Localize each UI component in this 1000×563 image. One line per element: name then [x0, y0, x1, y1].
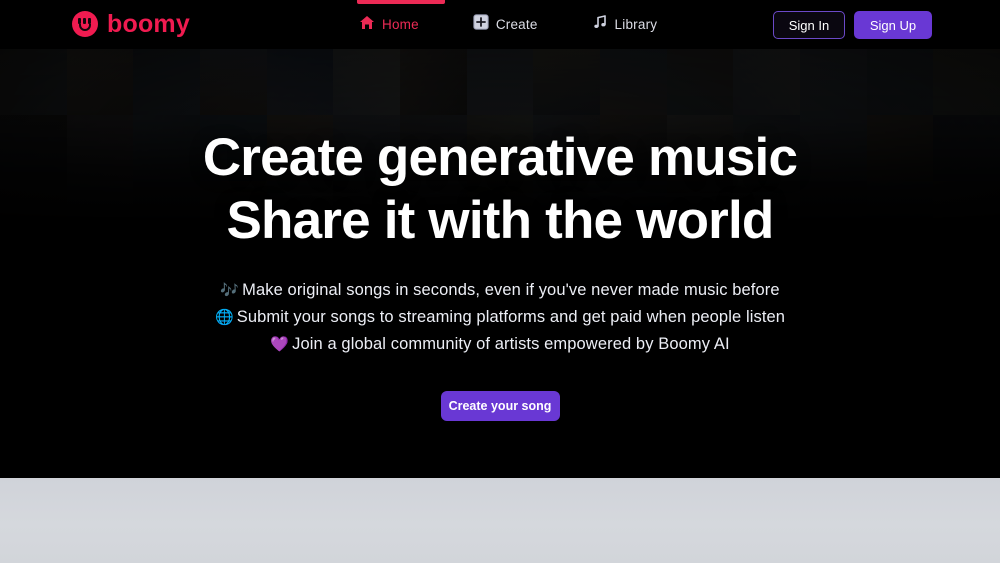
boomy-smiley-icon — [72, 11, 98, 37]
nav-item-create[interactable]: Create — [471, 0, 540, 49]
home-icon — [359, 15, 375, 35]
headline-line-1: Create generative music — [202, 128, 798, 187]
main-nav: Home Create Library — [357, 0, 659, 49]
auth-buttons: Sign In Sign Up — [773, 11, 932, 39]
list-item: 🎶 Make original songs in seconds, even if… — [215, 277, 785, 304]
bullet-text: Submit your songs to streaming platforms… — [236, 308, 786, 326]
page-lower-section — [0, 478, 1000, 563]
sign-in-button[interactable]: Sign In — [773, 11, 845, 39]
hero-content: Create generative music Share it with th… — [0, 0, 1000, 478]
hero-section: Create generative music Share it with th… — [0, 0, 1000, 478]
nav-item-library[interactable]: Library — [590, 0, 660, 49]
hero-bullet-list: 🎶 Make original songs in seconds, even if… — [215, 277, 785, 358]
music-note-icon — [592, 14, 608, 35]
top-navigation-bar: boomy Home Create Library Sign In Sign U… — [0, 0, 1000, 49]
purple-heart-emoji: 💜 — [270, 336, 290, 353]
musical-notes-emoji: 🎶 — [220, 282, 240, 299]
bullet-text: Make original songs in seconds, even if … — [242, 281, 780, 299]
create-your-song-button[interactable]: Create your song — [440, 391, 560, 421]
brand-logo[interactable]: boomy — [72, 11, 190, 37]
nav-label-create: Create — [495, 17, 538, 32]
headline-line-2: Share it with the world — [226, 191, 775, 250]
list-item: 💜 Join a global community of artists empo… — [215, 331, 785, 358]
nav-label-home: Home — [382, 17, 419, 32]
list-item: 🌐 Submit your songs to streaming platform… — [215, 304, 785, 331]
brand-name: boomy — [107, 10, 190, 38]
page-root: Create generative music Share it with th… — [0, 0, 1000, 563]
sign-up-button[interactable]: Sign Up — [854, 11, 932, 39]
globe-emoji: 🌐 — [214, 309, 234, 326]
nav-label-library: Library — [614, 17, 658, 32]
bullet-text: Join a global community of artists empow… — [292, 335, 730, 353]
plus-square-icon — [473, 14, 489, 35]
active-tab-indicator — [357, 0, 445, 4]
page-title: Create generative music Share it with th… — [202, 126, 798, 252]
cta-container: Create your song — [440, 391, 560, 421]
nav-item-home[interactable]: Home — [357, 0, 445, 49]
